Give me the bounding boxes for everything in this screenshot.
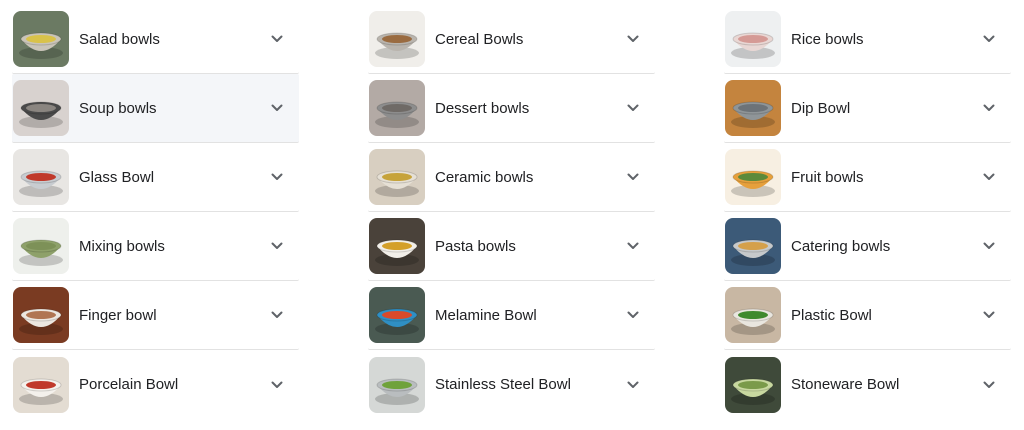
results-column-2: Cereal Bowls Dessert bowls Ceramic bowls Pa… bbox=[368, 5, 655, 419]
item-thumbnail bbox=[13, 80, 69, 136]
item-thumbnail bbox=[725, 149, 781, 205]
chevron-down-icon[interactable] bbox=[979, 167, 999, 187]
chevron-down-icon[interactable] bbox=[267, 236, 287, 256]
item-thumbnail bbox=[725, 287, 781, 343]
expandable-list-item[interactable]: Dip Bowl bbox=[724, 74, 1011, 143]
item-label: Cereal Bowls bbox=[435, 30, 524, 48]
expandable-list-item[interactable]: Salad bowls bbox=[12, 5, 299, 74]
item-label: Soup bowls bbox=[79, 99, 157, 117]
chevron-down-icon[interactable] bbox=[623, 29, 643, 49]
item-thumbnail bbox=[13, 356, 69, 413]
item-label: Pasta bowls bbox=[435, 237, 516, 255]
item-label: Plastic Bowl bbox=[791, 306, 872, 324]
item-thumbnail bbox=[725, 218, 781, 274]
results-column-1: Salad bowls Soup bowls Glass Bowl Mixing bo… bbox=[12, 5, 299, 419]
expandable-list-item[interactable]: Plastic Bowl bbox=[724, 281, 1011, 350]
expandable-list-item[interactable]: Fruit bowls bbox=[724, 143, 1011, 212]
item-thumbnail bbox=[369, 287, 425, 343]
expandable-list-item[interactable]: Cereal Bowls bbox=[368, 5, 655, 74]
chevron-down-icon[interactable] bbox=[979, 29, 999, 49]
expandable-list-item[interactable]: Soup bowls bbox=[12, 74, 299, 143]
chevron-down-icon[interactable] bbox=[979, 375, 999, 395]
item-thumbnail bbox=[13, 287, 69, 343]
expandable-list-item[interactable]: Stainless Steel Bowl bbox=[368, 350, 655, 419]
chevron-down-icon[interactable] bbox=[267, 375, 287, 395]
chevron-down-icon[interactable] bbox=[979, 98, 999, 118]
item-label: Ceramic bowls bbox=[435, 168, 534, 186]
item-label: Rice bowls bbox=[791, 30, 864, 48]
item-label: Porcelain Bowl bbox=[79, 376, 179, 393]
item-thumbnail bbox=[13, 11, 69, 67]
expandable-list-item[interactable]: Rice bowls bbox=[724, 5, 1011, 74]
item-label: Dessert bowls bbox=[435, 99, 530, 117]
related-searches-grid: Salad bowls Soup bowls Glass Bowl Mixing bo… bbox=[0, 0, 1024, 430]
expandable-list-item[interactable]: Stoneware Bowl bbox=[724, 350, 1011, 419]
item-thumbnail bbox=[369, 149, 425, 205]
chevron-down-icon[interactable] bbox=[623, 167, 643, 187]
item-thumbnail bbox=[369, 218, 425, 274]
item-thumbnail bbox=[725, 356, 781, 413]
chevron-down-icon[interactable] bbox=[267, 305, 287, 325]
expandable-list-item[interactable]: Mixing bowls bbox=[12, 212, 299, 281]
item-thumbnail bbox=[13, 218, 69, 274]
chevron-down-icon[interactable] bbox=[267, 29, 287, 49]
item-thumbnail bbox=[725, 80, 781, 136]
expandable-list-item[interactable]: Catering bowls bbox=[724, 212, 1011, 281]
item-label: Salad bowls bbox=[79, 30, 160, 48]
expandable-list-item[interactable]: Glass Bowl bbox=[12, 143, 299, 212]
chevron-down-icon[interactable] bbox=[267, 167, 287, 187]
item-label: Stoneware Bowl bbox=[791, 376, 900, 393]
chevron-down-icon[interactable] bbox=[623, 98, 643, 118]
chevron-down-icon[interactable] bbox=[623, 305, 643, 325]
item-label: Fruit bowls bbox=[791, 168, 864, 186]
item-thumbnail bbox=[369, 356, 425, 413]
item-label: Glass Bowl bbox=[79, 168, 155, 186]
item-thumbnail bbox=[13, 149, 69, 205]
item-label: Finger bowl bbox=[79, 306, 157, 324]
expandable-list-item[interactable]: Finger bowl bbox=[12, 281, 299, 350]
item-label: Mixing bowls bbox=[79, 237, 165, 255]
chevron-down-icon[interactable] bbox=[979, 305, 999, 325]
item-thumbnail bbox=[725, 11, 781, 67]
chevron-down-icon[interactable] bbox=[623, 375, 643, 395]
expandable-list-item[interactable]: Melamine Bowl bbox=[368, 281, 655, 350]
chevron-down-icon[interactable] bbox=[979, 236, 999, 256]
item-label: Melamine Bowl bbox=[435, 306, 537, 324]
item-thumbnail bbox=[369, 80, 425, 136]
item-label: Dip Bowl bbox=[791, 99, 851, 117]
expandable-list-item[interactable]: Pasta bowls bbox=[368, 212, 655, 281]
item-label: Catering bowls bbox=[791, 237, 891, 255]
results-column-3: Rice bowls Dip Bowl Fruit bowls Catering bo… bbox=[724, 5, 1011, 419]
expandable-list-item[interactable]: Porcelain Bowl bbox=[12, 350, 299, 419]
item-label: Stainless Steel Bowl bbox=[435, 376, 571, 393]
expandable-list-item[interactable]: Dessert bowls bbox=[368, 74, 655, 143]
expandable-list-item[interactable]: Ceramic bowls bbox=[368, 143, 655, 212]
chevron-down-icon[interactable] bbox=[623, 236, 643, 256]
item-thumbnail bbox=[369, 11, 425, 67]
chevron-down-icon[interactable] bbox=[267, 98, 287, 118]
